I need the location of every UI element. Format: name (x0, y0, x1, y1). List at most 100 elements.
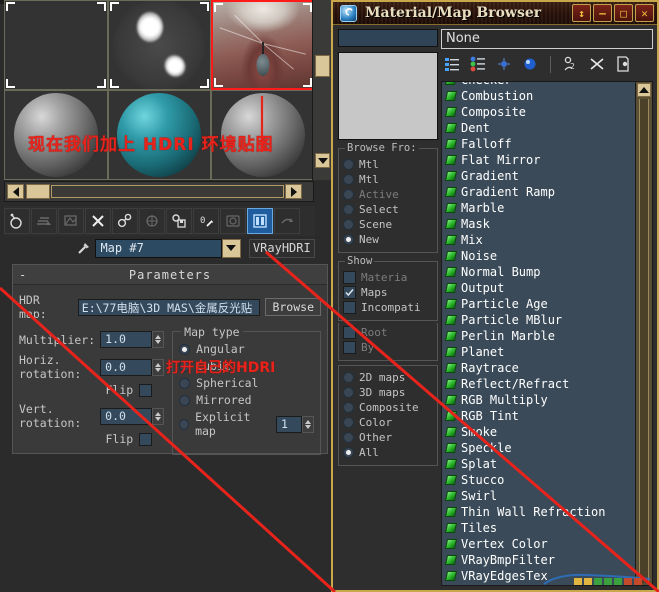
list-item[interactable]: Raytrace (442, 360, 635, 376)
eyedropper-icon[interactable] (73, 238, 95, 258)
reset-map-icon[interactable] (58, 208, 84, 234)
slot-horizontal-scrollbar[interactable] (4, 181, 314, 202)
scroll-thumb[interactable] (315, 55, 330, 77)
list-item[interactable]: Checker (442, 82, 635, 88)
list-item[interactable]: Swirl (442, 488, 635, 504)
make-material-copy-icon[interactable] (85, 208, 111, 234)
list-item[interactable]: Normal Bump (442, 264, 635, 280)
list-item[interactable]: Particle Age (442, 296, 635, 312)
slot-vertical-scrollbar[interactable] (312, 0, 331, 180)
scroll-track[interactable] (51, 185, 284, 198)
explicit-map-stepper[interactable]: 1 (276, 415, 314, 433)
browse-from-option-scene[interactable]: Scene (343, 218, 433, 231)
list-item[interactable]: Planet (442, 344, 635, 360)
filter-option-color[interactable]: Color (343, 416, 433, 429)
browse-button[interactable]: Browse (265, 298, 321, 316)
go-to-parent-icon[interactable] (274, 208, 300, 234)
list-item[interactable]: Output (442, 280, 635, 296)
spinner-arrows-icon[interactable] (152, 331, 165, 348)
list-item[interactable]: VRayBmpFilter (442, 552, 635, 568)
update-scene-materials-icon[interactable]: 2 (560, 53, 582, 75)
list-item[interactable]: Noise (442, 248, 635, 264)
map-type-option-spherical[interactable]: Spherical (179, 376, 314, 390)
restore-button[interactable]: ↕ (572, 4, 591, 22)
list-item[interactable]: Vertex Color (442, 536, 635, 552)
horiz-rotation-input[interactable]: 0.0 (100, 358, 153, 376)
view-list-icons-icon[interactable] (467, 53, 489, 75)
vert-flip-checkbox[interactable] (139, 432, 153, 446)
map-type-option-cubic[interactable]: Cubic (179, 359, 314, 373)
material-slot-2[interactable] (107, 0, 212, 90)
scroll-up-button[interactable] (637, 83, 651, 97)
explicit-map-input[interactable]: 1 (276, 415, 302, 433)
list-item[interactable]: Gradient Ramp (442, 184, 635, 200)
scroll-left-button[interactable] (7, 184, 24, 199)
list-item[interactable]: VRayEdgesTex (442, 568, 635, 584)
horiz-rotation-stepper[interactable]: 0.0 (100, 358, 165, 376)
browse-from-option-selected[interactable]: Select (343, 203, 433, 216)
spinner-arrows-icon[interactable] (302, 415, 314, 433)
root-only-checkbox-row[interactable]: Root (343, 326, 433, 339)
map-type-option-angular[interactable]: Angular (179, 342, 314, 356)
map-name-dropdown-button[interactable] (221, 238, 241, 258)
browse-from-option-active-slot[interactable]: Active (343, 188, 433, 201)
list-item[interactable]: Perlin Marble (442, 328, 635, 344)
browse-from-option-new[interactable]: New (343, 233, 433, 246)
material-slot-4[interactable] (4, 90, 108, 180)
filter-option-2d-maps[interactable]: 2D maps (343, 371, 433, 384)
material-slot-1[interactable] (4, 0, 108, 90)
list-item[interactable]: Smoke (442, 424, 635, 440)
map-list-scrollbar[interactable] (635, 82, 652, 585)
view-list-icon[interactable] (441, 53, 463, 75)
list-item[interactable]: Gradient (442, 168, 635, 184)
list-item[interactable]: Marble (442, 200, 635, 216)
list-item[interactable]: Thin Wall Refraction (442, 504, 635, 520)
assign-to-selection-icon[interactable] (31, 208, 57, 234)
filter-option-all[interactable]: All (343, 446, 433, 459)
browser-title-bar[interactable]: Material/Map Browser ↕ – □ ✕ (333, 2, 657, 25)
map-type-option-mirrored[interactable]: Mirrored (179, 393, 314, 407)
browse-from-option-mtl-editor[interactable]: Mtl (343, 173, 433, 186)
horiz-flip-checkbox[interactable] (139, 383, 153, 397)
show-map-in-viewport-icon[interactable] (220, 208, 246, 234)
multiplier-stepper[interactable]: 1.0 (100, 331, 165, 348)
view-large-icons-icon[interactable] (519, 53, 541, 75)
list-item[interactable]: VRayHDRI (442, 584, 635, 585)
parameters-rollout-header[interactable]: - Parameters (13, 265, 327, 285)
list-item[interactable]: Combustion (442, 88, 635, 104)
delete-from-library-icon[interactable] (586, 53, 608, 75)
list-item[interactable]: Stucco (442, 472, 635, 488)
filter-option-3d-maps[interactable]: 3D maps (343, 386, 433, 399)
list-item[interactable]: Flat Mirror (442, 152, 635, 168)
browse-from-option-mtl-library[interactable]: Mtl (343, 158, 433, 171)
list-item[interactable]: Falloff (442, 136, 635, 152)
material-slot-3-selected[interactable] (211, 0, 315, 90)
clear-material-library-icon[interactable] (612, 53, 634, 75)
maximize-button[interactable]: □ (614, 4, 633, 22)
material-slot-5[interactable] (107, 90, 212, 180)
vert-rotation-input[interactable]: 0.0 (100, 407, 153, 425)
filter-option-other[interactable]: Other (343, 431, 433, 444)
list-item[interactable]: Splat (442, 456, 635, 472)
by-object-checkbox-row[interactable]: By (343, 341, 433, 354)
list-item[interactable]: Tiles (442, 520, 635, 536)
list-item[interactable]: Speckle (442, 440, 635, 456)
list-item[interactable]: Particle MBlur (442, 312, 635, 328)
make-unique-icon[interactable] (112, 208, 138, 234)
show-maps-checkbox-row[interactable]: Maps (343, 286, 433, 299)
show-materials-checkbox-row[interactable]: Materia (343, 271, 433, 284)
hdr-map-path-field[interactable]: E:\77电脑\3D MAS\金属反光贴 (77, 298, 261, 316)
view-small-icons-icon[interactable] (493, 53, 515, 75)
put-material-to-scene-icon[interactable] (139, 208, 165, 234)
vert-rotation-stepper[interactable]: 0.0 (100, 407, 165, 425)
multiplier-input[interactable]: 1.0 (100, 331, 153, 348)
selected-material-name-field[interactable] (338, 29, 438, 47)
put-to-library-icon[interactable] (166, 208, 192, 234)
material-effects-channel-icon[interactable]: 0 (193, 208, 219, 234)
list-item[interactable]: Dent (442, 120, 635, 136)
list-item[interactable]: Mix (442, 232, 635, 248)
scroll-track[interactable] (639, 99, 649, 583)
show-end-result-icon[interactable] (247, 208, 273, 234)
filter-option-composite[interactable]: Composite (343, 401, 433, 414)
list-item[interactable]: RGB Tint (442, 408, 635, 424)
